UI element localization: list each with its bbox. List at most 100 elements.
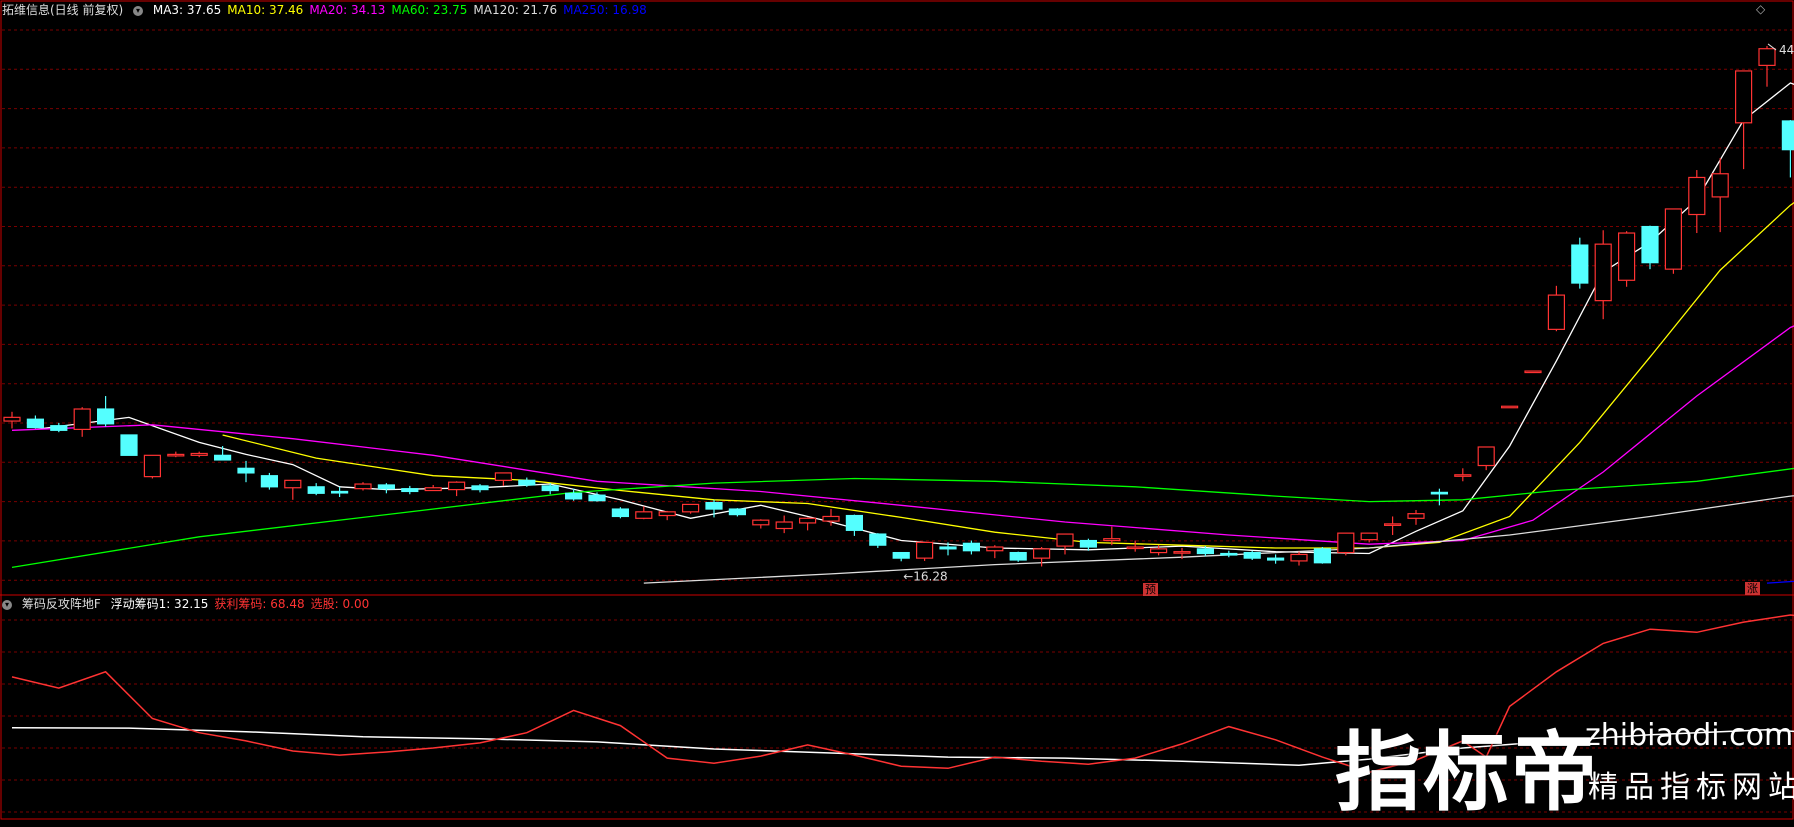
candle-up xyxy=(1454,474,1472,477)
candle-up xyxy=(822,515,840,522)
candle-up xyxy=(1758,48,1776,66)
candle-down xyxy=(588,494,606,502)
ma-legend-item: MA250: 16.98 xyxy=(563,3,647,17)
candle-down xyxy=(1009,551,1027,561)
candle-down xyxy=(1313,548,1332,564)
candle-up xyxy=(448,481,466,491)
candle-down xyxy=(237,467,255,474)
watermark-url: zhibiaodi.com xyxy=(1585,718,1794,753)
candle-up xyxy=(1173,551,1191,554)
candle-down xyxy=(1641,225,1659,264)
candle-up xyxy=(1126,546,1144,550)
candle-down xyxy=(541,485,559,492)
candle-up xyxy=(284,479,302,489)
candle-down xyxy=(1430,491,1449,495)
chart-canvas: 44.10 ←16.28 xyxy=(0,0,1794,820)
ma60-line xyxy=(11,467,1794,569)
candle-up xyxy=(1500,405,1519,409)
candle-down xyxy=(869,533,887,546)
candle-up xyxy=(73,408,91,430)
candle-up xyxy=(1290,553,1308,562)
ma20-line xyxy=(11,325,1794,545)
high-label: 44.10 xyxy=(1779,43,1794,57)
candle-up xyxy=(1664,208,1683,270)
ma-legend: MA3: 37.65 MA10: 37.46 MA20: 34.13 MA60: 23… xyxy=(153,3,653,17)
candle-up xyxy=(1032,548,1051,559)
sub-legend: 浮动筹码1: 32.15 获利筹码: 68.48 选股: 0.00 xyxy=(111,597,376,611)
watermark-subtitle: 精品指标网站 xyxy=(1588,770,1794,805)
tag-zhang: 涨 xyxy=(1745,582,1760,595)
candle-up xyxy=(3,416,21,422)
candle-down xyxy=(518,479,536,486)
candle-up xyxy=(167,453,185,457)
settings-circle-icon[interactable]: ▾ xyxy=(133,5,144,16)
ma-legend-item: MA3: 37.65 xyxy=(152,3,222,17)
ma-legend-item: MA20: 34.13 xyxy=(309,3,386,17)
sub-legend-item: 浮动筹码1: 32.15 xyxy=(110,597,209,611)
candle-down xyxy=(96,408,115,425)
candle-down xyxy=(1196,548,1215,555)
candle-down xyxy=(1781,120,1794,151)
candle-up xyxy=(1711,173,1729,198)
candle-down xyxy=(50,425,68,431)
candle-up xyxy=(190,452,208,456)
candle-up xyxy=(424,487,442,492)
candle-up xyxy=(1524,370,1542,374)
candle-down xyxy=(331,490,349,494)
candle-down xyxy=(1220,552,1238,556)
candle-up xyxy=(752,519,770,526)
candle-down xyxy=(564,492,583,500)
candle-up xyxy=(798,517,817,524)
candle-up xyxy=(143,454,161,478)
candle-up xyxy=(915,541,934,559)
candle-up xyxy=(1360,532,1378,541)
chart-stage: 44.10 ←16.28 拓维信息(日线 前复权) ▾ MA3: 37.65 MA1… xyxy=(0,0,1794,823)
candle-down xyxy=(705,501,723,510)
candle-up xyxy=(635,511,653,519)
candle-up xyxy=(1547,294,1566,330)
sub-chart-header: ▾ 筹码反攻阵地F 浮动筹码1: 32.15 获利筹码: 68.48 选股: 0.0… xyxy=(2,596,381,612)
candle-up xyxy=(1688,176,1706,216)
candle-down xyxy=(892,551,910,559)
candle-down xyxy=(401,488,419,493)
candle-up xyxy=(1103,538,1121,542)
candle-up xyxy=(494,472,512,481)
candle-up xyxy=(1734,70,1753,124)
corner-diamond-icon[interactable]: ◇ xyxy=(1756,2,1765,16)
candle-down xyxy=(377,484,395,490)
candle-up xyxy=(658,511,676,517)
candle-down xyxy=(26,418,44,429)
candle-up xyxy=(681,503,700,513)
candle-down xyxy=(471,485,489,491)
candle-down xyxy=(728,508,747,516)
candle-up xyxy=(1477,446,1495,467)
sub-chart-title: 筹码反攻阵地F xyxy=(21,597,101,611)
candle-up xyxy=(1149,548,1168,554)
candle-down xyxy=(611,508,630,518)
candle-up xyxy=(775,521,793,530)
candle-down xyxy=(307,486,325,494)
ma250-line xyxy=(1766,580,1794,584)
low-label: ←16.28 xyxy=(903,569,947,583)
watermark-logo: 指标帝 xyxy=(1335,723,1599,823)
candle-down xyxy=(260,475,278,488)
candle-up xyxy=(1337,532,1355,554)
candle-down xyxy=(1266,557,1285,561)
candle-down xyxy=(939,546,957,550)
candle-down xyxy=(214,454,232,461)
candle-down xyxy=(1243,551,1261,559)
sub-settings-circle-icon[interactable]: ▾ xyxy=(2,599,12,610)
candle-down xyxy=(1571,244,1589,284)
tag-yu: 预 xyxy=(1143,583,1158,596)
ma120-line xyxy=(643,495,1794,584)
ma-legend-item: MA60: 23.75 xyxy=(391,3,468,17)
sub-legend-item: 选股: 0.00 xyxy=(310,597,370,611)
candle-up xyxy=(986,546,1004,552)
ma-legend-item: MA10: 37.46 xyxy=(227,3,304,17)
candle-down xyxy=(845,514,864,531)
candle-up xyxy=(1056,533,1074,547)
candle-down xyxy=(120,434,138,456)
sub-legend-item: 获利筹码: 68.48 xyxy=(214,597,305,611)
candle-up xyxy=(1383,523,1402,526)
candle-up xyxy=(1617,232,1636,281)
